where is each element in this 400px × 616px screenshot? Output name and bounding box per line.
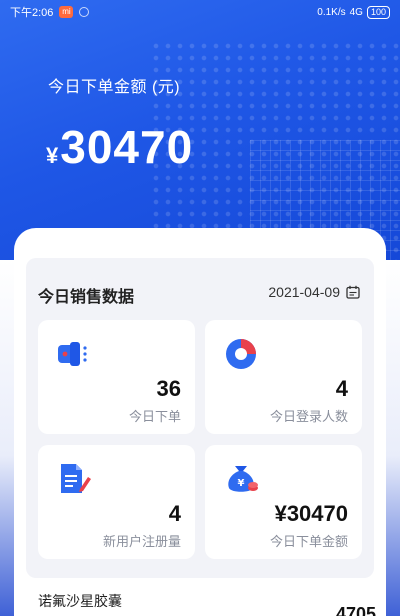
notification-dot-icon (79, 7, 90, 17)
document-pen-icon (61, 464, 91, 493)
card-label: 今日登录人数 (269, 409, 348, 424)
card-label: 今日下单 (128, 409, 181, 424)
card-value: ¥30470 (274, 501, 348, 526)
card-order-amount[interactable]: ¥ ¥30470 今日下单金额 (205, 445, 362, 559)
currency-symbol: ¥ (46, 143, 59, 168)
card-value: 4 (168, 501, 181, 526)
card-value: 4 (335, 376, 348, 401)
hero-label: 今日下单金额 (元) (48, 79, 181, 96)
megaphone-icon (58, 342, 87, 366)
battery-icon: 100 (366, 5, 390, 19)
net-speed: 0.1K/s (317, 6, 346, 18)
date-selector[interactable]: 2021-04-09 (268, 284, 360, 300)
hero-amount-value: 30470 (60, 121, 194, 173)
pie-chart-icon (226, 339, 256, 369)
card-today-orders[interactable]: 36 今日下单 (38, 320, 195, 434)
product-name[interactable]: 诺氟沙星胶囊 (38, 591, 122, 611)
card-new-users[interactable]: 4 新用户注册量 (38, 445, 195, 559)
hero-amount: ¥ 30470 (46, 120, 193, 174)
status-bar: 下午2:06 mi 0.1K/s 4G 100 (0, 0, 400, 24)
panel-title: 今日销售数据 (38, 289, 135, 306)
product-amount: 4705 (335, 604, 376, 616)
money-bag-icon: ¥ (228, 466, 258, 492)
calendar-icon[interactable] (346, 285, 360, 299)
panel-date: 2021-04-09 (268, 284, 340, 300)
status-time: 下午2:06 (10, 7, 54, 19)
mi-app-icon: mi (59, 6, 74, 18)
card-value: 36 (156, 376, 181, 401)
signal-icon: 4G (349, 6, 363, 18)
card-label: 今日下单金额 (269, 534, 348, 549)
svg-text:¥: ¥ (238, 478, 245, 489)
card-label: 新用户注册量 (102, 534, 181, 549)
card-today-logins[interactable]: 4 今日登录人数 (205, 320, 362, 434)
